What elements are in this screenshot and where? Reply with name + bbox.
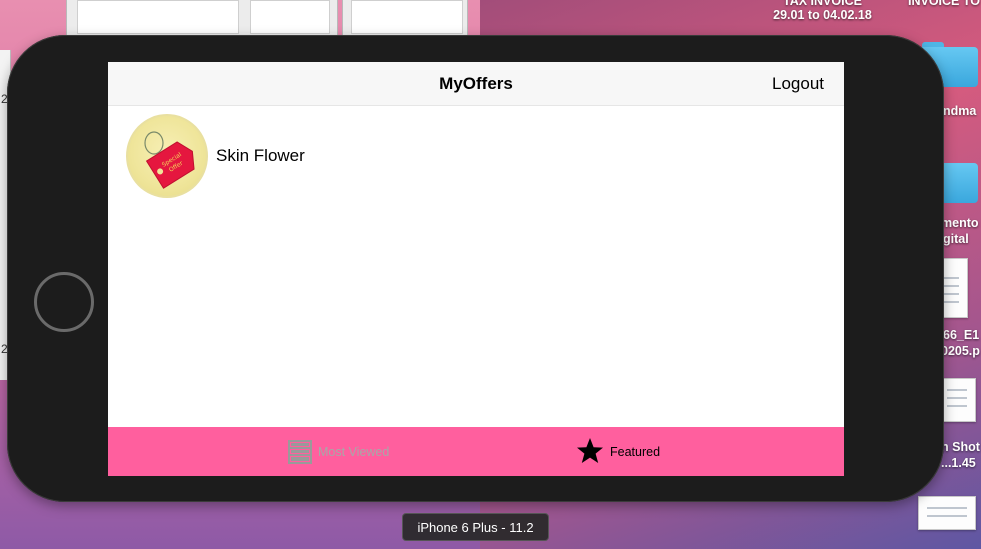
- list-item[interactable]: Special Offer Skin Flower: [126, 114, 826, 202]
- star-icon: [577, 438, 603, 463]
- app-screen: MyOffers Logout Special Offer Skin Flowe…: [108, 62, 844, 476]
- offer-thumbnail: Special Offer: [126, 114, 208, 198]
- screenshot-file-icon[interactable]: [918, 496, 976, 530]
- desktop-file-label[interactable]: 0205.p: [941, 344, 980, 359]
- navigation-bar: MyOffers Logout: [108, 62, 844, 106]
- home-button[interactable]: [34, 272, 94, 332]
- desktop-file-label[interactable]: 29.01 to 04.02.18: [770, 8, 875, 23]
- desktop-folder-label[interactable]: ndma: [943, 104, 976, 119]
- tab-bar: Most Viewed Featured: [108, 427, 844, 476]
- tab-featured[interactable]: Featured: [574, 427, 694, 476]
- tab-most-viewed[interactable]: Most Viewed: [286, 427, 426, 476]
- simulator-device-label: iPhone 6 Plus - 11.2: [402, 513, 549, 541]
- offer-name: Skin Flower: [216, 146, 305, 165]
- desktop-file-label[interactable]: ...1.45: [941, 456, 976, 471]
- logout-button[interactable]: Logout: [772, 74, 824, 94]
- price-tag-icon: Special Offer: [144, 131, 195, 189]
- page-title: MyOffers: [439, 74, 513, 93]
- desktop-file-label[interactable]: n Shot: [941, 440, 980, 455]
- tab-label: Featured: [610, 445, 661, 459]
- desktop-file-label[interactable]: 66_E1: [943, 328, 979, 343]
- desktop-file-label[interactable]: INVOICE TO: [908, 0, 981, 9]
- tab-label: Most Viewed: [318, 445, 390, 459]
- desktop-folder-label[interactable]: mento M: [941, 216, 981, 231]
- desktop-folder-label[interactable]: gital: [943, 232, 969, 247]
- list-icon: [288, 440, 312, 464]
